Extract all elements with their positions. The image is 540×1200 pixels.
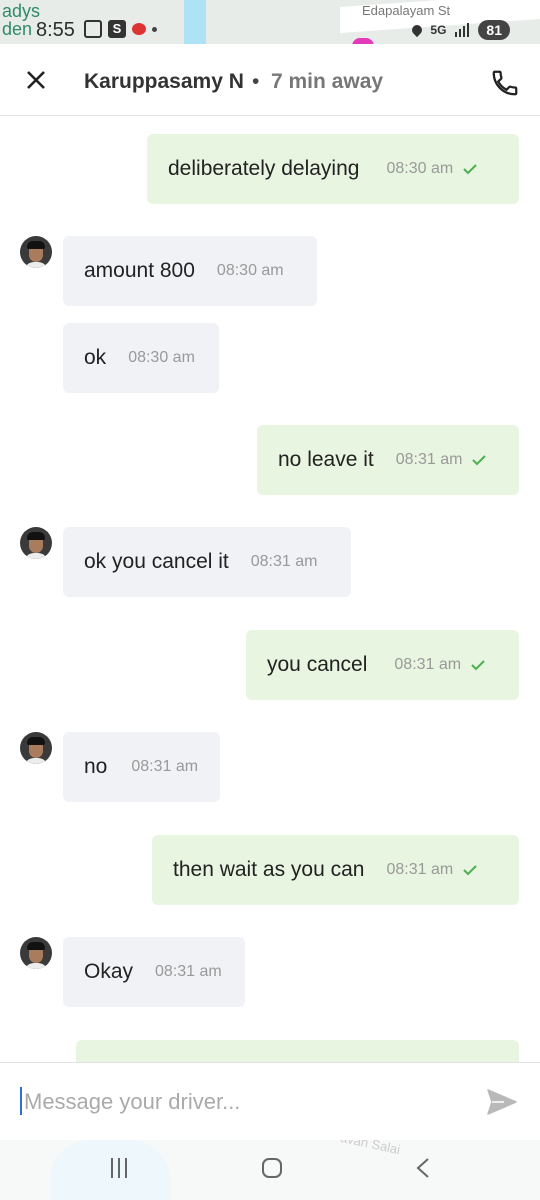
back-button[interactable] [414, 1157, 432, 1179]
app-s-icon: S [108, 20, 126, 38]
message-text: no [84, 755, 108, 778]
message-input[interactable] [22, 1081, 466, 1123]
separator-dot: • [252, 70, 260, 93]
message-text: deliberately delaying [168, 157, 360, 180]
sent-check-icon [472, 455, 487, 466]
driver-avatar [20, 527, 52, 559]
location-icon [410, 22, 425, 38]
message-text: no leave it [278, 448, 374, 471]
close-button[interactable] [20, 64, 52, 96]
signal-icon [455, 23, 470, 37]
message-outgoing: then wait as you can 08:31 am [152, 835, 519, 905]
sent-check-icon [463, 865, 477, 876]
chat-header: Karuppasamy N • 7 min away [0, 44, 540, 116]
home-button[interactable] [262, 1158, 282, 1178]
message-text: you cancel [267, 653, 368, 676]
map-water [50, 1140, 170, 1200]
message-incoming: Okay 08:31 am [63, 937, 245, 1007]
message-time: 08:30 am [128, 349, 195, 366]
message-outgoing: deliberately delaying 08:30 am [147, 134, 519, 204]
message-time: 08:31 am [386, 861, 454, 878]
recent-apps-button[interactable] [111, 1158, 127, 1178]
status-time: 8:55 [36, 19, 75, 41]
message-time: 08:31 am [155, 963, 222, 980]
message-text: then wait as you can [173, 858, 365, 881]
system-nav-bar: avan Salai [0, 1140, 540, 1200]
status-bar: adys den Edapalayam St 8:55 S 5G 81 [0, 0, 540, 44]
sent-check-icon [463, 164, 477, 175]
call-button[interactable] [490, 68, 520, 98]
composer [0, 1062, 540, 1140]
message-incoming: ok you cancel it 08:31 am [63, 527, 351, 597]
message-time: 08:31 am [131, 758, 199, 775]
more-dot-icon [152, 26, 157, 32]
message-text: ok [84, 346, 107, 369]
message-time: 08:31 am [395, 451, 463, 468]
driver-avatar [20, 937, 52, 969]
network-label: 5G [430, 23, 447, 37]
message-incoming: amount 800 08:30 am [63, 236, 317, 306]
eta-label: 7 min away [271, 70, 384, 93]
message-time: 08:30 am [386, 160, 454, 177]
close-icon [27, 71, 45, 89]
bug-icon [132, 23, 146, 35]
message-time: 08:31 am [250, 553, 318, 570]
message-time: 08:31 am [394, 656, 462, 673]
driver-name: Karuppasamy N [84, 70, 244, 93]
message-text: Okay [84, 960, 134, 983]
phone-icon [492, 70, 518, 96]
map-street-label: Edapalayam St [362, 3, 451, 18]
message-text: amount 800 [84, 259, 195, 282]
map-water [184, 0, 206, 44]
map-street-label: avan Salai [339, 1140, 402, 1158]
message-outgoing: no leave it 08:31 am [257, 425, 519, 495]
message-outgoing-partial [76, 1040, 519, 1062]
message-incoming: no 08:31 am [63, 732, 220, 802]
notification-icons: S [84, 20, 157, 38]
message-outgoing: you cancel 08:31 am [246, 630, 519, 700]
message-text: ok you cancel it [84, 550, 229, 573]
message-time: 08:30 am [216, 262, 284, 279]
status-right: 5G 81 [410, 20, 510, 40]
driver-avatar [20, 236, 52, 268]
message-list[interactable]: deliberately delaying 08:30 am amount 80… [0, 117, 540, 1062]
message-incoming: ok 08:30 am [63, 323, 219, 393]
send-icon [487, 1089, 517, 1115]
map-place-label: adys den [2, 1, 41, 39]
battery-badge: 81 [478, 20, 510, 40]
driver-avatar [20, 732, 52, 764]
send-button[interactable] [486, 1087, 518, 1117]
screenshot-icon [84, 20, 102, 38]
sent-check-icon [471, 660, 485, 671]
